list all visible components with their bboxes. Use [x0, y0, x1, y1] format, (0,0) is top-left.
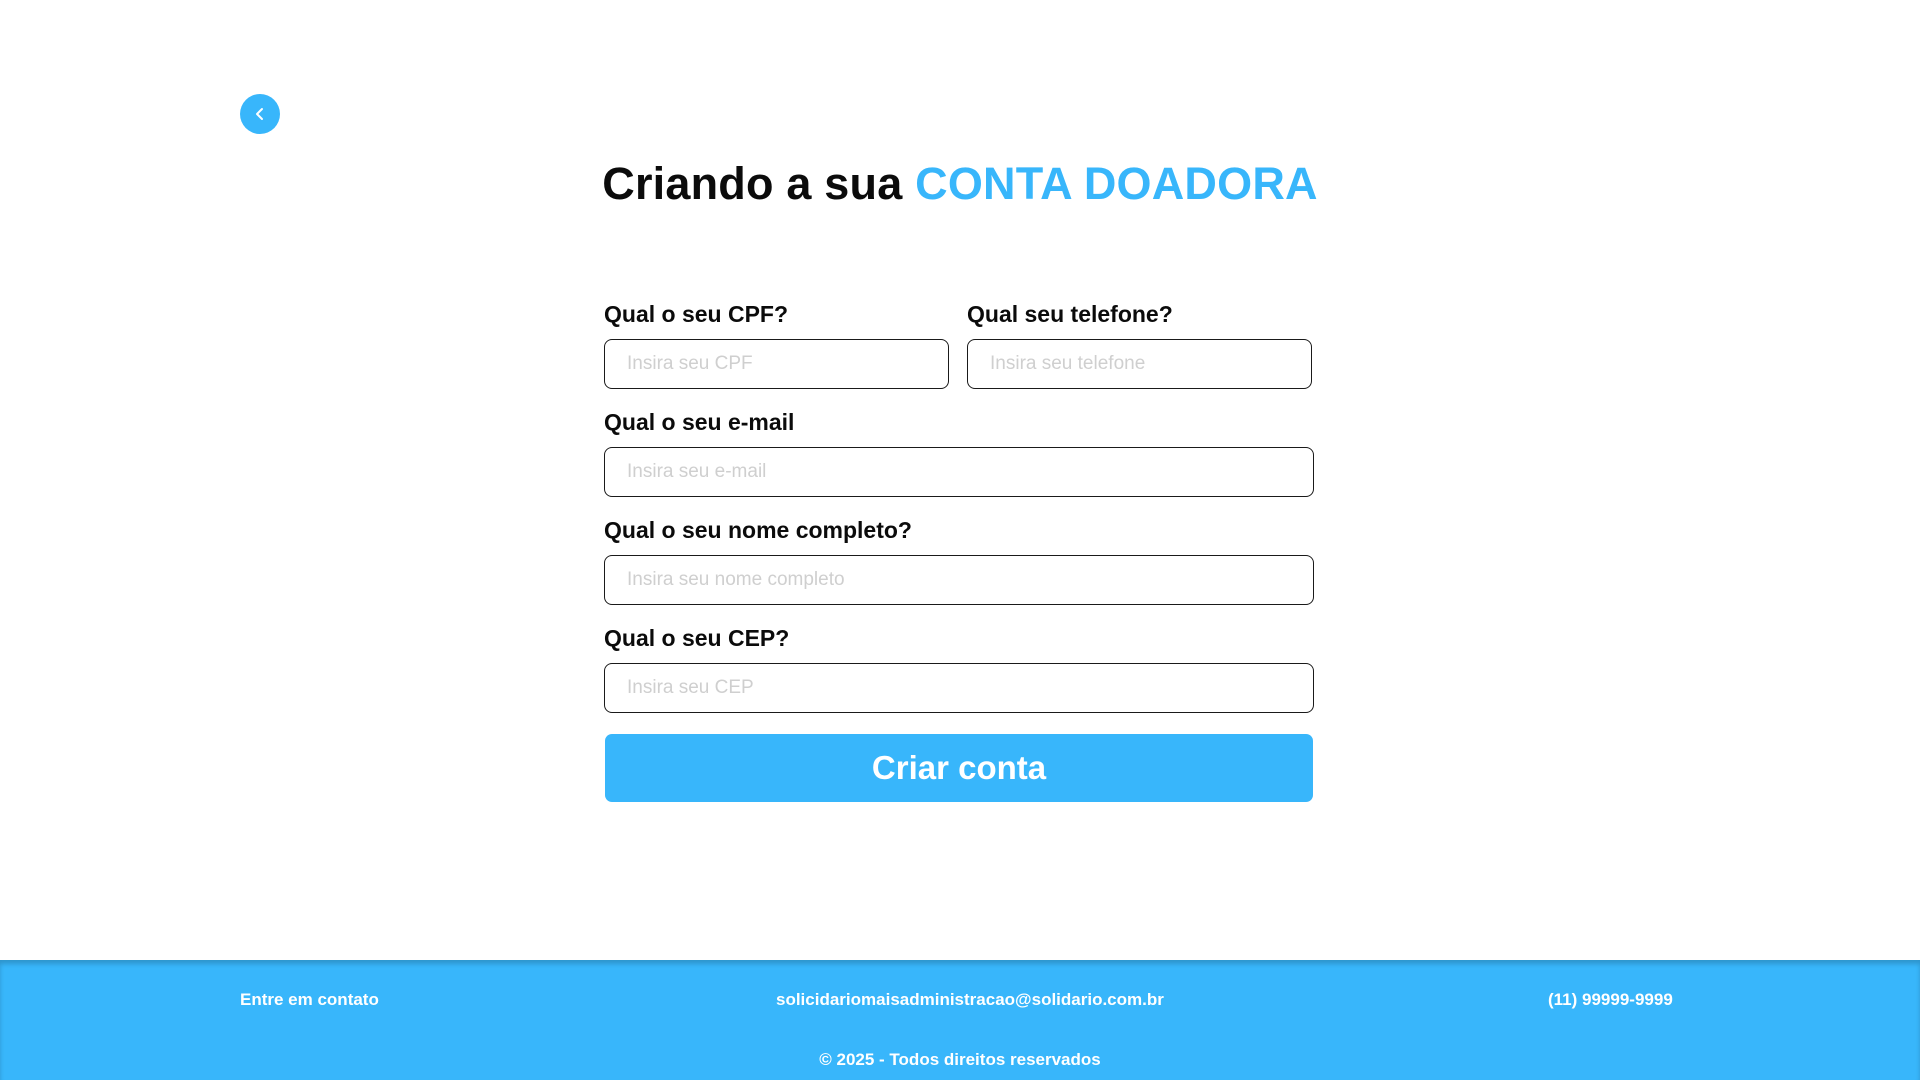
signup-page: Criando a sua CONTA DOADORA Qual o seu C…	[0, 0, 1920, 1080]
name-input[interactable]	[604, 555, 1314, 605]
cep-label: Qual o seu CEP?	[604, 625, 790, 651]
cep-input[interactable]	[604, 663, 1314, 713]
email-input[interactable]	[604, 447, 1314, 497]
create-account-button[interactable]: Criar conta	[605, 734, 1313, 802]
footer: Entre em contato solicidariomaisadminist…	[0, 960, 1920, 1080]
cpf-label: Qual o seu CPF?	[604, 301, 789, 327]
footer-email[interactable]: solicidariomaisadministracao@solidario.c…	[776, 990, 1164, 1010]
page-title-accent: CONTA DOADORA	[915, 158, 1318, 209]
footer-copyright: © 2025 - Todos direitos reservados	[819, 1050, 1101, 1069]
footer-contact-label: Entre em contato	[240, 990, 379, 1009]
page-title-main: Criando a sua	[602, 158, 916, 209]
footer-phone[interactable]: (11) 99999-9999	[1548, 990, 1673, 1010]
back-button[interactable]	[240, 94, 280, 134]
email-label: Qual o seu e-mail	[604, 409, 795, 435]
name-label: Qual o seu nome completo?	[604, 517, 912, 543]
phone-label: Qual seu telefone?	[967, 301, 1173, 327]
phone-input[interactable]	[967, 339, 1312, 389]
cpf-input[interactable]	[604, 339, 949, 389]
chevron-left-icon	[256, 108, 263, 120]
page-title: Criando a sua CONTA DOADORA	[0, 158, 1920, 210]
